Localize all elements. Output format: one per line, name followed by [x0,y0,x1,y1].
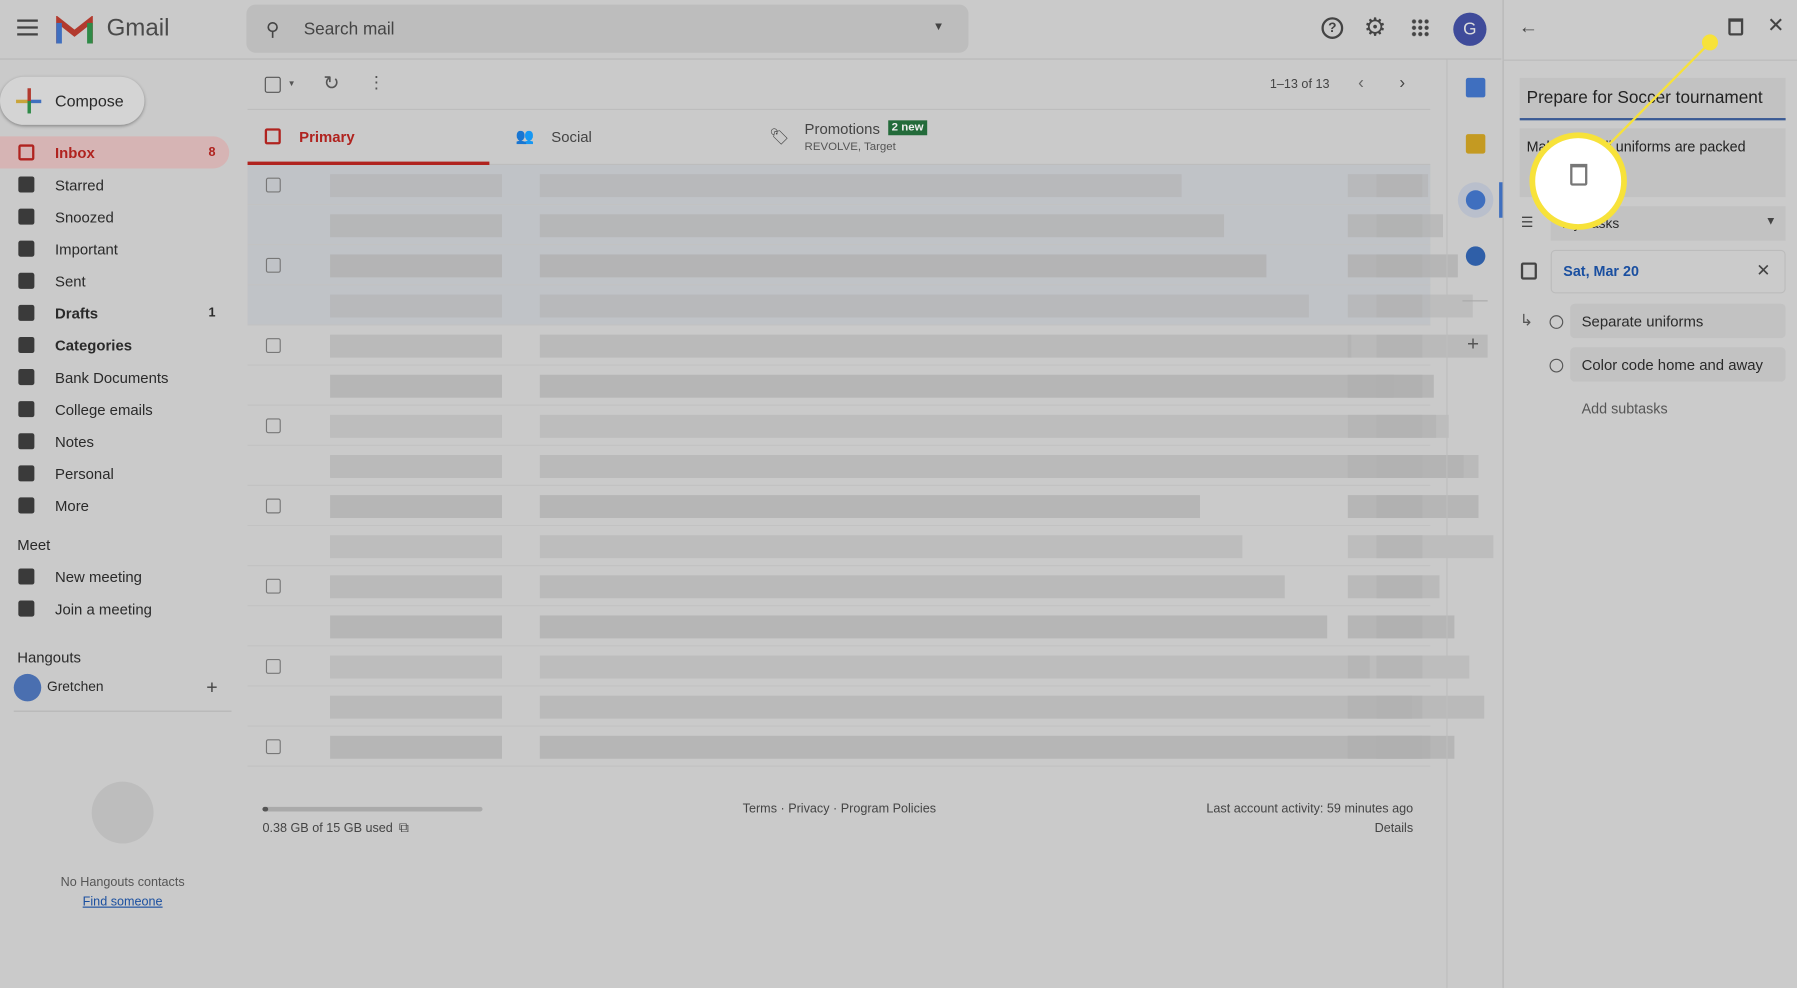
callout-line [1603,41,1711,150]
magnified-delete-icon [1570,163,1588,186]
callout-dot [1701,34,1719,51]
callout-overlay [1529,34,1719,230]
